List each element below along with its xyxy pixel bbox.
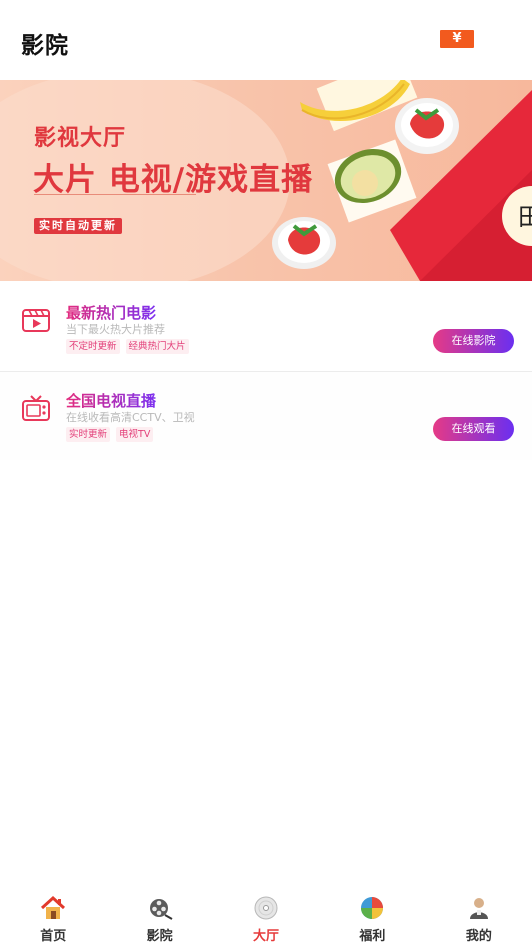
envelope-seal-text: 田 bbox=[518, 203, 532, 231]
top-bar: 影院 ¥ bbox=[0, 0, 532, 80]
coin-button[interactable]: ¥ bbox=[440, 30, 474, 48]
film-player-icon bbox=[22, 309, 50, 332]
page-title: 影院 bbox=[21, 33, 69, 59]
tag: 实时更新 bbox=[66, 427, 111, 442]
online-cinema-button[interactable]: 在线影院 bbox=[433, 329, 514, 353]
tag: 电视TV bbox=[116, 427, 154, 442]
disc-icon bbox=[254, 896, 278, 920]
bottom-nav: 首页 影院 大厅 福利 我的 bbox=[0, 890, 532, 946]
tag: 经典热门大片 bbox=[125, 339, 189, 354]
pie-chart-icon bbox=[361, 897, 384, 919]
nav-label: 福利 bbox=[359, 929, 386, 944]
banner-subheading: 大片 电视/游戏直播 bbox=[33, 162, 314, 198]
nav-item-home[interactable]: 首页 bbox=[0, 890, 106, 946]
banner-heading: 影视大厅 bbox=[34, 126, 127, 151]
tv-card-tags: 实时更新 电视TV bbox=[66, 427, 154, 442]
tv-card[interactable]: 全国电视直播 在线收看高清CCTV、卫视 实时更新 电视TV 在线观看 bbox=[0, 372, 532, 460]
tv-card-title: 全国电视直播 bbox=[66, 392, 157, 410]
tv-card-subtitle: 在线收看高清CCTV、卫视 bbox=[66, 411, 195, 424]
promo-banner[interactable]: 田 影视大厅 大片 电视/游戏直播 实时自动更新 bbox=[0, 80, 532, 281]
banner-divider bbox=[34, 194, 196, 195]
nav-label: 首页 bbox=[40, 929, 67, 944]
home-icon bbox=[41, 895, 66, 919]
movie-card-title: 最新热门电影 bbox=[66, 304, 157, 322]
nav-item-hall[interactable]: 大厅 bbox=[213, 890, 319, 946]
nav-label: 大厅 bbox=[253, 929, 280, 944]
tv-icon bbox=[22, 395, 50, 421]
nav-label: 影院 bbox=[146, 929, 173, 944]
movie-card[interactable]: 最新热门电影 当下最火热大片推荐 不定时更新 经典热门大片 在线影院 bbox=[0, 284, 532, 372]
movie-card-tags: 不定时更新 经典热门大片 bbox=[66, 339, 189, 354]
film-reel-icon bbox=[149, 899, 173, 920]
nav-item-welfare[interactable]: 福利 bbox=[319, 890, 425, 946]
watch-online-button[interactable]: 在线观看 bbox=[433, 417, 514, 441]
banner-tag: 实时自动更新 bbox=[34, 218, 122, 234]
movie-card-subtitle: 当下最火热大片推荐 bbox=[66, 323, 165, 336]
nav-label: 我的 bbox=[465, 929, 492, 944]
tag: 不定时更新 bbox=[66, 339, 120, 354]
user-icon bbox=[469, 898, 488, 919]
nav-item-cinema[interactable]: 影院 bbox=[106, 890, 212, 946]
nav-item-me[interactable]: 我的 bbox=[426, 890, 532, 946]
